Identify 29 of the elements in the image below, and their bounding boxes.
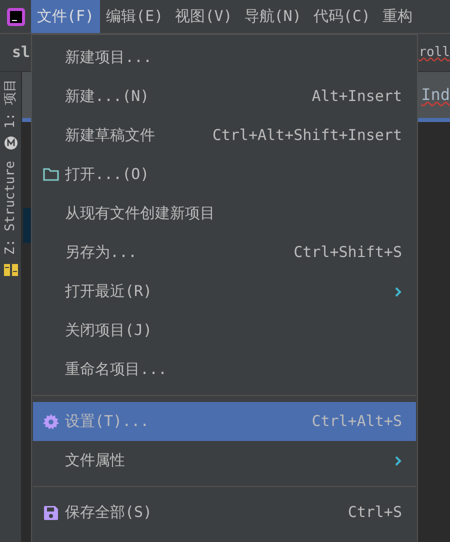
- code-text: Ind: [421, 84, 450, 106]
- menu-item[interactable]: 关闭项目(J): [33, 311, 416, 350]
- settings-icon: [43, 414, 59, 430]
- app-logo-icon: [6, 8, 24, 26]
- menu-item[interactable]: 新建项目...: [33, 38, 416, 77]
- menu-item[interactable]: 新建...(N) Alt+Insert: [33, 77, 416, 116]
- menu-item[interactable]: 重命名项目...: [33, 350, 416, 389]
- menu-bar-item[interactable]: 代码(C): [307, 0, 376, 33]
- editor-tab[interactable]: sl: [12, 41, 30, 64]
- menu-item[interactable]: 另存为... Ctrl+Shift+S: [33, 233, 416, 272]
- tool-window-button[interactable]: 1: 项目: [0, 76, 20, 132]
- menu-bar-item[interactable]: 导航(N): [238, 0, 308, 33]
- menu-item[interactable]: 打开...(O): [33, 155, 416, 194]
- menu-item[interactable]: 保存全部(S) Ctrl+S: [33, 493, 416, 532]
- menu-bar-item[interactable]: 重构: [376, 0, 418, 33]
- m-circle-icon: [4, 136, 18, 150]
- menu-item[interactable]: 打开最近(R): [33, 272, 416, 311]
- selection-marker: [23, 208, 31, 243]
- menu-item[interactable]: 从现有文件创建新项目: [33, 194, 416, 233]
- folder-icon: [43, 168, 59, 181]
- menu-item[interactable]: 文件属性: [33, 441, 416, 480]
- menu-bar-item[interactable]: 编辑(E): [100, 0, 170, 33]
- save-icon: [43, 504, 59, 520]
- structure-icon: [4, 264, 18, 276]
- menu-item[interactable]: 新建草稿文件 Ctrl+Alt+Shift+Insert: [33, 116, 416, 155]
- menu-bar-item[interactable]: 视图(V): [169, 0, 238, 33]
- tool-window-button[interactable]: Z: Structure: [0, 156, 20, 260]
- menu-bar-item[interactable]: 文件(F): [31, 0, 100, 33]
- code-text: roll: [418, 44, 450, 62]
